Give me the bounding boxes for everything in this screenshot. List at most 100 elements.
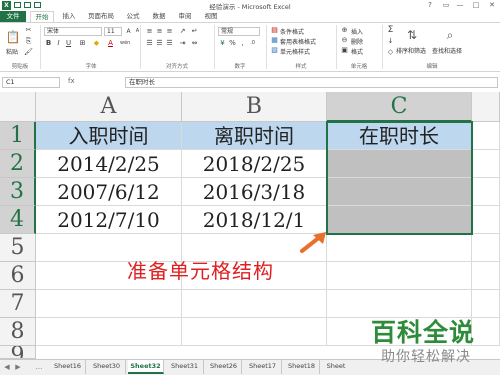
- row-header-1[interactable]: 1: [0, 122, 36, 150]
- cell-d6[interactable]: [472, 262, 500, 290]
- tab-page-layout[interactable]: 页面布局: [84, 11, 118, 22]
- cell-c5[interactable]: [327, 234, 472, 262]
- indent-icon[interactable]: ⇥: [178, 39, 187, 48]
- orientation-icon[interactable]: ↗: [178, 27, 187, 36]
- sheet-tab[interactable]: Sheet26: [206, 360, 242, 374]
- table-format-icon[interactable]: ▦: [270, 36, 279, 45]
- align-top-icon[interactable]: ≡: [145, 27, 154, 36]
- find-select-button[interactable]: 查找和选择: [432, 46, 462, 55]
- cell-c3[interactable]: [327, 178, 472, 206]
- italic-button[interactable]: I: [54, 39, 63, 48]
- cell-a4[interactable]: 2012/7/10: [36, 206, 182, 234]
- cell-a7[interactable]: [36, 290, 182, 318]
- cell-a3[interactable]: 2007/6/12: [36, 178, 182, 206]
- tab-home[interactable]: 开始: [30, 11, 54, 22]
- font-color-icon[interactable]: A: [106, 39, 115, 48]
- cell-d2[interactable]: [472, 150, 500, 178]
- sort-filter-icon[interactable]: ⇅: [404, 27, 420, 43]
- cell-styles-icon[interactable]: ▧: [270, 46, 279, 55]
- cell-b2[interactable]: 2018/2/25: [182, 150, 327, 178]
- cell-b1[interactable]: 离职时间: [182, 122, 327, 150]
- cell-d3[interactable]: [472, 178, 500, 206]
- comma-button[interactable]: ,: [238, 39, 247, 48]
- cell-c2[interactable]: [327, 150, 472, 178]
- cell-b3[interactable]: 2016/3/18: [182, 178, 327, 206]
- tab-data[interactable]: 数据: [148, 11, 170, 22]
- align-right-icon[interactable]: ☰: [165, 39, 174, 48]
- copy-icon[interactable]: ⎘: [24, 37, 33, 46]
- column-header-d[interactable]: [472, 92, 500, 122]
- insert-cells-icon[interactable]: ⊕: [340, 26, 349, 35]
- sheet-more-button[interactable]: ...: [34, 362, 44, 373]
- cell-a1[interactable]: 入职时间: [36, 122, 182, 150]
- bold-button[interactable]: B: [44, 39, 53, 48]
- clear-icon[interactable]: ◇: [386, 48, 395, 57]
- percent-button[interactable]: %: [228, 39, 237, 48]
- column-header-a[interactable]: A: [36, 92, 182, 122]
- tab-review[interactable]: 审阅: [174, 11, 196, 22]
- sort-filter-button[interactable]: 排序和筛选: [396, 46, 426, 55]
- find-select-icon[interactable]: ⌕: [442, 27, 458, 43]
- sheet-tab[interactable]: Sheet16: [50, 360, 86, 374]
- align-center-icon[interactable]: ☰: [155, 39, 164, 48]
- sheet-tab[interactable]: Sheet31: [166, 360, 204, 374]
- tab-view[interactable]: 视图: [200, 11, 222, 22]
- underline-button[interactable]: U: [64, 39, 73, 48]
- sheet-tab[interactable]: Sheet17: [244, 360, 282, 374]
- phonetic-icon[interactable]: wén: [120, 39, 130, 48]
- accounting-icon[interactable]: ¥: [218, 39, 227, 48]
- row-header-3[interactable]: 3: [0, 178, 36, 206]
- close-button[interactable]: ✕: [485, 0, 499, 11]
- cell-c4[interactable]: [327, 206, 472, 234]
- conditional-format-icon[interactable]: ▤: [270, 26, 279, 35]
- autosum-icon[interactable]: Σ: [386, 26, 395, 35]
- font-size-select[interactable]: 11: [104, 27, 122, 36]
- cell-b8[interactable]: [182, 318, 327, 346]
- merge-center-icon[interactable]: ⇔: [190, 39, 199, 48]
- sheet-tab[interactable]: Sheet30: [88, 360, 126, 374]
- sheet-tab[interactable]: Sheet: [322, 360, 350, 374]
- row-header-6[interactable]: 6: [0, 262, 36, 290]
- tab-insert[interactable]: 插入: [58, 11, 80, 22]
- row-header-8[interactable]: 8: [0, 318, 36, 346]
- align-bottom-icon[interactable]: ≡: [165, 27, 174, 36]
- cell-d1[interactable]: [472, 122, 500, 150]
- font-grow-icon[interactable]: A: [124, 27, 133, 36]
- align-left-icon[interactable]: ☰: [145, 39, 154, 48]
- paste-icon[interactable]: 📋: [5, 29, 21, 45]
- borders-icon[interactable]: ⊞: [78, 39, 87, 48]
- align-middle-icon[interactable]: ≡: [155, 27, 164, 36]
- row-header-9[interactable]: 9: [0, 346, 36, 359]
- cell-c1[interactable]: 在职时长: [327, 122, 472, 150]
- cut-icon[interactable]: ✂: [24, 26, 33, 35]
- column-header-b[interactable]: B: [182, 92, 327, 122]
- cell-a8[interactable]: [36, 318, 182, 346]
- fx-icon[interactable]: fx: [68, 77, 75, 85]
- format-cells-icon[interactable]: ▣: [340, 46, 349, 55]
- cell-d5[interactable]: [472, 234, 500, 262]
- maximize-button[interactable]: □: [469, 0, 483, 11]
- sheet-prev-button[interactable]: ◀: [2, 362, 12, 373]
- font-name-select[interactable]: 宋体: [44, 27, 102, 36]
- cell-a2[interactable]: 2014/2/25: [36, 150, 182, 178]
- tab-file[interactable]: 文件: [0, 11, 26, 22]
- fill-color-icon[interactable]: ◆: [92, 39, 101, 48]
- column-header-c[interactable]: C: [327, 92, 472, 122]
- wrap-text-icon[interactable]: ↵: [190, 27, 199, 36]
- delete-cells-icon[interactable]: ⊖: [340, 36, 349, 45]
- tab-formulas[interactable]: 公式: [122, 11, 144, 22]
- sheet-tab-active[interactable]: Sheet32: [128, 360, 164, 374]
- increase-decimal-icon[interactable]: .0: [248, 39, 257, 48]
- row-header-7[interactable]: 7: [0, 290, 36, 318]
- row-header-5[interactable]: 5: [0, 234, 36, 262]
- format-cells-button[interactable]: 格式: [351, 47, 363, 56]
- conditional-format-button[interactable]: 条件格式: [280, 27, 304, 36]
- cell-b7[interactable]: [182, 290, 327, 318]
- cell-d7[interactable]: [472, 290, 500, 318]
- fill-icon[interactable]: ↓: [386, 37, 395, 46]
- cell-d4[interactable]: [472, 206, 500, 234]
- cell-c6[interactable]: [327, 262, 472, 290]
- row-header-2[interactable]: 2: [0, 150, 36, 178]
- name-box[interactable]: C1: [2, 77, 60, 88]
- sheet-tab[interactable]: Sheet18: [284, 360, 320, 374]
